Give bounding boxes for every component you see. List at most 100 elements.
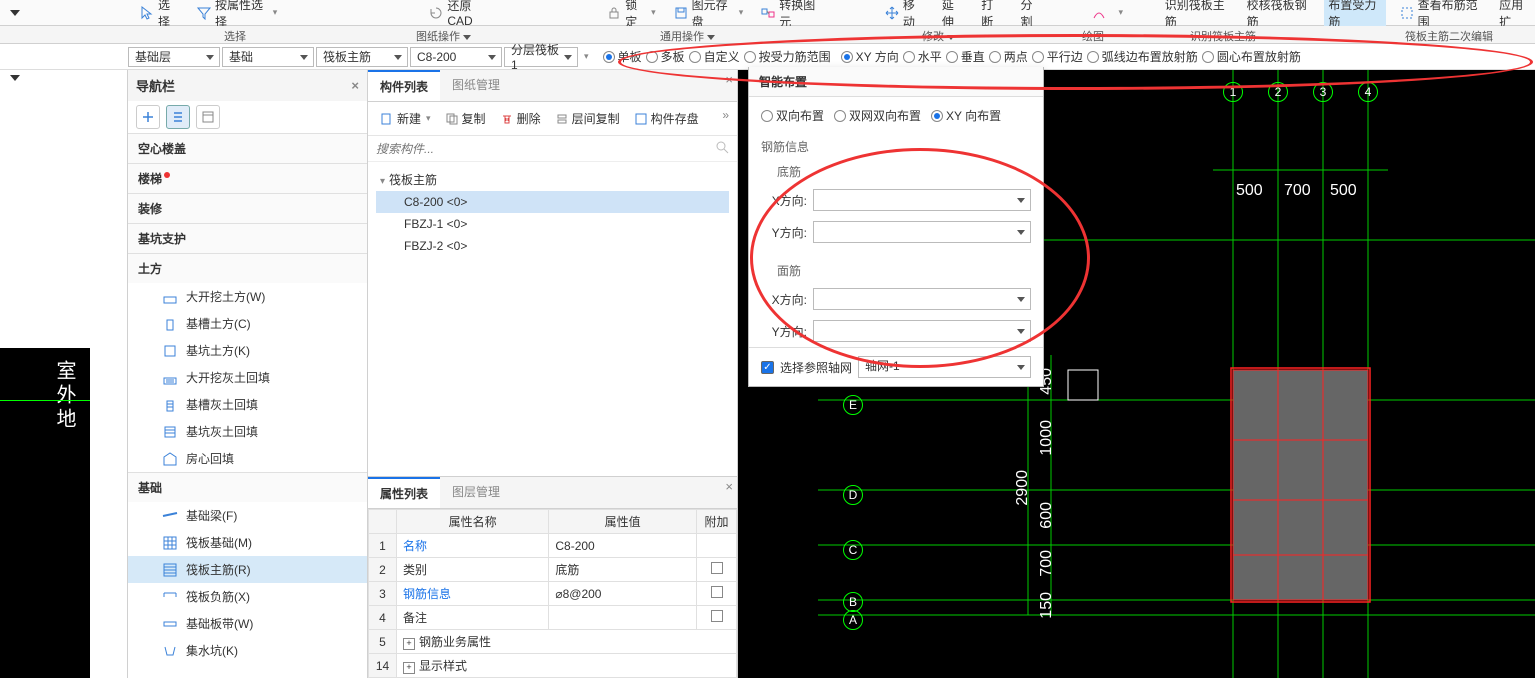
section-earthwork[interactable]: 土方 [128,254,367,283]
table-row[interactable]: 4备注 [369,606,737,630]
quick-access-dropdown[interactable] [8,6,22,20]
top-rebar-header: 面筋 [749,258,1043,283]
radio-dual-net[interactable]: 双网双向布置 [834,107,921,124]
layer-copy-icon [555,112,569,126]
expand-button[interactable]: + [403,638,415,650]
layer-selector[interactable]: 分层筏板1 [504,47,578,67]
close-icon[interactable]: × [351,78,359,93]
section-decoration[interactable]: 装修 [128,194,367,223]
bottom-x-input[interactable] [813,189,1031,211]
category-selector[interactable]: 基础 [222,47,314,67]
radio-xy-direction[interactable]: XY 方向 [841,48,899,65]
tab-layer-manage[interactable]: 图层管理 [440,477,512,508]
checkbox[interactable] [711,610,723,622]
foundation-item-raft[interactable]: 筏板基础(M) [128,529,367,556]
foundation-item-raft-main-rebar[interactable]: 筏板主筋(R) [128,556,367,583]
earth-item-backfill-pit[interactable]: 基坑灰土回填 [128,418,367,445]
tab-drawing-manage[interactable]: 图纸管理 [440,70,512,101]
chevron-down-icon[interactable]: ▾ [1119,7,1124,18]
restore-cad-label: 还原CAD [447,0,490,28]
earth-item-backfill-excavation[interactable]: 大开挖灰土回填 [128,364,367,391]
top-x-input[interactable] [813,288,1031,310]
radio-vertical[interactable]: 垂直 [946,48,985,65]
table-row[interactable]: 5+钢筋业务属性 [369,630,737,654]
component-selector[interactable]: C8-200 [410,47,502,67]
radio-horizontal[interactable]: 水平 [903,48,942,65]
axis-bubble-a: A [843,610,863,630]
table-row[interactable]: 1名称C8-200 [369,534,737,558]
type-selector[interactable]: 筏板主筋 [316,47,408,67]
table-row[interactable]: 2类别底筋 [369,558,737,582]
close-icon[interactable]: × [725,72,733,87]
backfill-icon [162,397,178,413]
earth-item-pit[interactable]: 基坑土方(K) [128,337,367,364]
section-hollow-slab[interactable]: 空心楼盖 [128,134,367,163]
convert-icon [761,5,775,21]
radio-custom[interactable]: 自定义 [689,48,740,65]
close-icon[interactable]: × [725,479,733,494]
earth-item-excavation[interactable]: 大开挖土方(W) [128,283,367,310]
table-row[interactable]: 14+显示样式 [369,654,737,678]
tree-parent-raft-rebar[interactable]: 筏板主筋 [376,168,729,191]
nav-tool-add[interactable] [136,105,160,129]
delete-button[interactable]: 删除 [496,108,545,129]
tree-item-fbzj1[interactable]: FBZJ-1 <0> [376,213,729,235]
chevron-down-icon[interactable]: ▾ [584,51,589,62]
tab-property-list[interactable]: 属性列表 [368,477,440,508]
group-paper-ops[interactable]: 图纸操作 [416,28,471,44]
foundation-item-sump[interactable]: 集水坑(K) [128,637,367,664]
beam-icon [162,508,178,524]
tree-item-c8-200[interactable]: C8-200 <0> [376,191,729,213]
line-icon[interactable] [1092,5,1106,21]
search-icon[interactable] [715,140,729,157]
reference-grid-selector[interactable]: 轴网-1 [858,356,1031,378]
foundation-item-slab-strip[interactable]: 基础板带(W) [128,610,367,637]
earth-item-room-backfill[interactable]: 房心回填 [128,445,367,472]
excavation-icon [162,289,178,305]
table-row[interactable]: 3钢筋信息⌀8@200 [369,582,737,606]
radio-xy-layout[interactable]: XY 向布置 [931,107,1001,124]
preview-dropdown[interactable] [8,71,22,85]
layer-copy-button[interactable]: 层间复制 [551,108,624,129]
more-icon[interactable]: » [722,108,729,129]
dim-label: 500 [1236,182,1263,200]
radio-by-range[interactable]: 按受力筋范围 [744,48,831,65]
checkbox[interactable] [711,586,723,598]
lock-icon [607,5,621,21]
radio-center-radial[interactable]: 圆心布置放射筋 [1202,48,1301,65]
search-input[interactable] [376,142,715,156]
copy-button[interactable]: 复制 [441,108,490,129]
floor-selector[interactable]: 基础层 [128,47,220,67]
nav-tool-list[interactable] [166,105,190,129]
new-button[interactable]: 新建▾ [376,108,435,129]
group-modify[interactable]: 修改 [922,28,955,44]
radio-single-board[interactable]: 单板 [603,48,642,65]
radio-two-point[interactable]: 两点 [989,48,1028,65]
section-foundation[interactable]: 基础 [128,473,367,502]
foundation-item-raft-neg-rebar[interactable]: 筏板负筋(X) [128,583,367,610]
section-stair[interactable]: 楼梯 [128,164,367,193]
earth-item-backfill-trench[interactable]: 基槽灰土回填 [128,391,367,418]
range-icon [1400,5,1414,21]
radio-arc-radial[interactable]: 弧线边布置放射筋 [1087,48,1198,65]
group-select: 选择 [224,28,246,44]
bottom-y-input[interactable] [813,221,1031,243]
nav-tool-detail[interactable] [196,105,220,129]
component-save-button[interactable]: 构件存盘 [630,108,703,129]
foundation-item-beam[interactable]: 基础梁(F) [128,502,367,529]
group-general-ops[interactable]: 通用操作 [660,28,715,44]
top-y-input[interactable] [813,320,1031,342]
tree-item-fbzj2[interactable]: FBZJ-2 <0> [376,235,729,257]
reference-grid-label: 选择参照轴网 [780,359,852,376]
checkbox[interactable] [711,562,723,574]
radio-dual-direction[interactable]: 双向布置 [761,107,824,124]
section-pit-support[interactable]: 基坑支护 [128,224,367,253]
tab-component-list[interactable]: 构件列表 [368,70,440,101]
trench-icon [162,316,178,332]
earth-item-trench[interactable]: 基槽土方(C) [128,310,367,337]
radio-multi-board[interactable]: 多板 [646,48,685,65]
expand-button[interactable]: + [403,662,415,674]
reference-grid-checkbox[interactable]: ✓ [761,361,774,374]
radio-parallel-edge[interactable]: 平行边 [1032,48,1083,65]
new-icon [380,112,394,126]
